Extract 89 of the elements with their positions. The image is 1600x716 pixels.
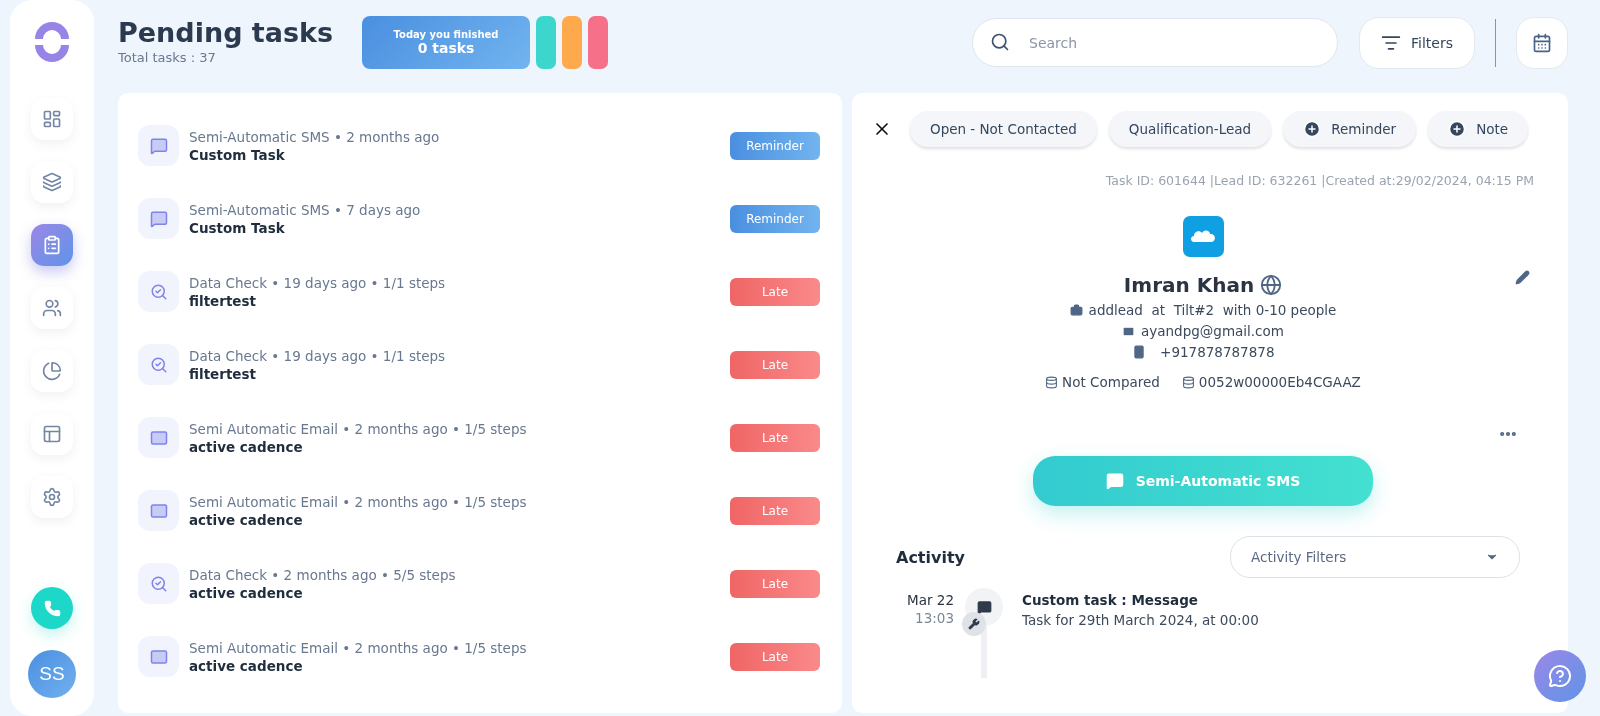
total-tasks: Total tasks : 37 [118, 50, 217, 65]
compare-status: Not Compared [1062, 374, 1160, 390]
filters-button[interactable]: Filters [1359, 17, 1475, 69]
status-badge: Reminder [730, 204, 820, 233]
task-meta[interactable]: Data Check • 19 days ago • 1/1 steps [189, 347, 720, 364]
settings-icon [42, 487, 62, 507]
task-title[interactable]: Custom Task [189, 219, 720, 236]
task-meta[interactable]: Semi Automatic Email • 2 months ago • 1/5 steps [189, 639, 720, 656]
edit-icon[interactable] [1515, 270, 1530, 285]
task-title[interactable]: filtertest [189, 292, 720, 309]
pie-chart-icon [42, 361, 62, 381]
task-title[interactable]: active cadence [189, 438, 720, 455]
dashboard-icon [42, 109, 62, 129]
cloud-logo-icon [1182, 216, 1224, 257]
activity-time: 13:03 [914, 610, 954, 626]
status-badge: Late [730, 423, 820, 452]
task-title[interactable]: active cadence [189, 657, 720, 674]
activity-description: Task for 29th March 2024, at 00:00 [1022, 612, 1259, 628]
activity-title: Activity [896, 547, 965, 567]
calendar-icon [1532, 33, 1552, 53]
finished-label: Today you finished [393, 29, 499, 40]
task-type-icon [138, 636, 179, 677]
nav-button[interactable] [31, 161, 73, 203]
status-badge: Late [730, 496, 820, 525]
wrench-icon [962, 612, 986, 636]
status-chip[interactable]: Qualification-Lead [1108, 111, 1272, 147]
nav-button[interactable] [31, 413, 73, 455]
briefcase-icon [1069, 303, 1083, 317]
task-meta[interactable]: Data Check • 2 months ago • 5/5 steps [189, 566, 720, 583]
task-meta[interactable]: Semi-Automatic SMS • 7 days ago [189, 201, 720, 218]
activity-filter-dropdown[interactable]: Activity Filters [1230, 536, 1520, 578]
lead-phone: +917878787878 [1159, 344, 1275, 360]
color-tab[interactable] [536, 16, 556, 69]
task-type-icon [138, 198, 179, 239]
status-chip[interactable]: Open - Not Contacted [910, 111, 1097, 147]
database-icon [1045, 375, 1059, 389]
task-meta[interactable]: Data Check • 19 days ago • 1/1 steps [189, 274, 720, 291]
nav-button[interactable] [31, 224, 73, 266]
status-badge: Late [730, 277, 820, 306]
filter-icon [1381, 33, 1401, 53]
color-tab[interactable] [562, 16, 582, 69]
chat-bubble-icon [1105, 472, 1124, 490]
help-icon [1548, 664, 1572, 688]
crm-id: 0052w00000Eb4CGAAZ [1198, 374, 1361, 390]
plus-icon [1303, 120, 1322, 138]
task-type-icon [138, 271, 179, 312]
status-badge: Reminder [730, 131, 820, 160]
clipboard-icon [42, 235, 62, 255]
task-title[interactable]: active cadence [189, 584, 720, 601]
logo-icon [32, 22, 72, 62]
help-button[interactable] [1534, 650, 1586, 702]
nav-button[interactable] [31, 350, 73, 392]
lead-company: addlead at Tilt#2 with 0-10 people [1088, 302, 1337, 318]
nav-button[interactable] [31, 476, 73, 518]
task-type-icon [138, 490, 179, 531]
search-field[interactable]: Search [972, 18, 1338, 67]
search-icon [990, 32, 1010, 52]
task-type-icon [138, 344, 179, 385]
task-title[interactable]: active cadence [189, 511, 720, 528]
lead-email: ayandpg@gmail.com [1141, 323, 1284, 339]
status-badge: Late [730, 569, 820, 598]
nav-button[interactable] [31, 287, 73, 329]
task-meta[interactable]: Semi Automatic Email • 2 months ago • 1/5 steps [189, 420, 720, 437]
task-type-icon [138, 417, 179, 458]
task-title[interactable]: Custom Task [189, 146, 720, 163]
nav-button[interactable] [31, 98, 73, 140]
task-title[interactable]: filtertest [189, 365, 720, 382]
task-type-icon [138, 563, 179, 604]
add-button[interactable]: Reminder [1283, 111, 1417, 147]
page-title: Pending tasks [118, 16, 335, 50]
finished-count: 0 tasks [417, 40, 475, 56]
task-meta[interactable]: Semi Automatic Email • 2 months ago • 1/5 steps [189, 493, 720, 510]
task-type-icon [138, 125, 179, 166]
color-tab[interactable] [588, 16, 608, 69]
activity-title-text: Custom task : Message [1022, 592, 1199, 608]
status-badge: Late [730, 642, 820, 671]
activity-date: Mar 22 [906, 592, 954, 608]
globe-clock-icon [1260, 274, 1283, 296]
lead-name: Imran Khan [1123, 273, 1255, 297]
plus-icon [1448, 120, 1467, 138]
add-button[interactable]: Note [1428, 111, 1529, 147]
task-ids: Task ID: 601644 |Lead ID: 632261 |Created at:29/02/2024, 04:15 PM [1104, 173, 1534, 188]
stack-icon [42, 172, 62, 192]
database-icon [1181, 375, 1195, 389]
team-icon [42, 298, 62, 318]
status-badge: Late [730, 350, 820, 379]
task-meta[interactable]: Semi-Automatic SMS • 2 months ago [189, 128, 720, 145]
layout-icon [42, 424, 62, 444]
calendar-button[interactable] [1516, 17, 1568, 69]
